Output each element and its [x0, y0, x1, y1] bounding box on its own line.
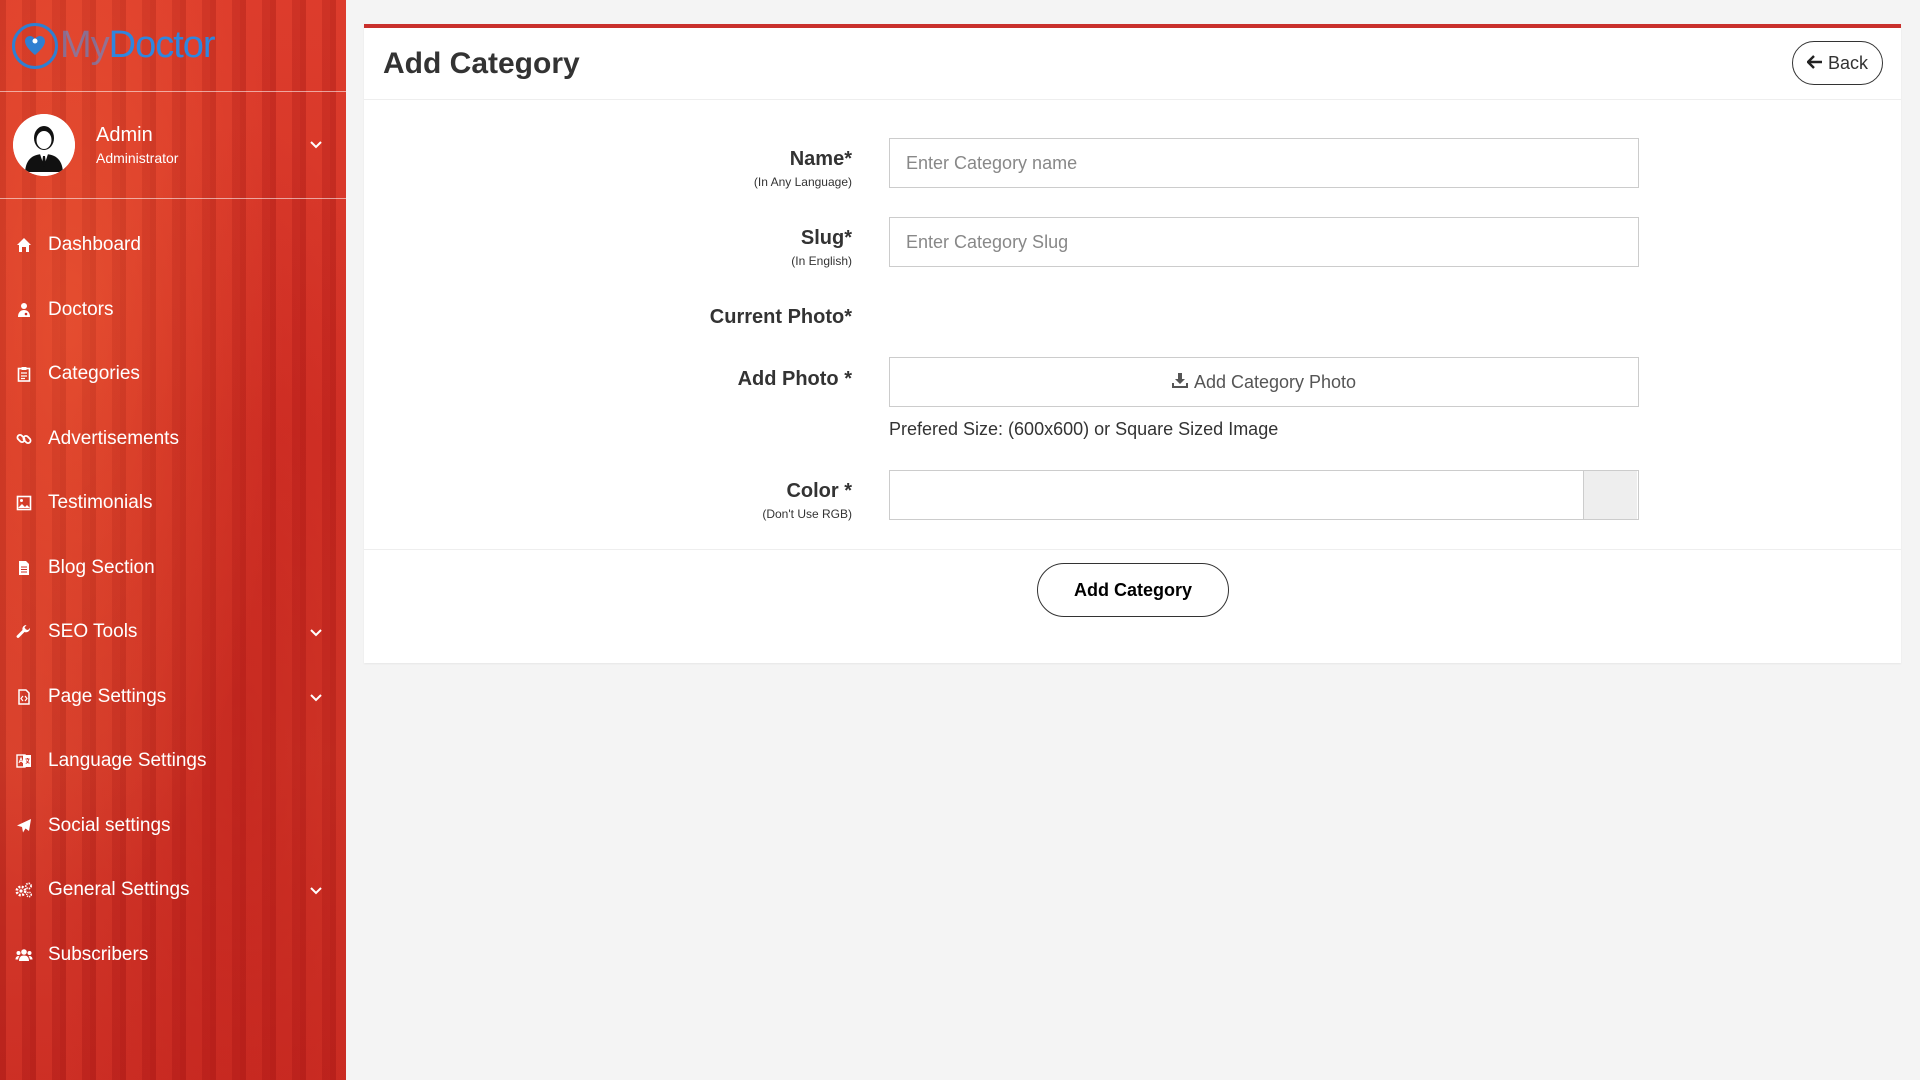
back-button[interactable]: Back: [1791, 41, 1883, 85]
add-photo-upload-button[interactable]: Add Category Photo: [889, 357, 1639, 407]
add-photo-label: Add Photo *: [737, 368, 852, 390]
sidebar-item-advertisements[interactable]: Advertisements: [0, 407, 346, 472]
sidebar-item-label: SEO Tools: [48, 621, 138, 643]
category-slug-input[interactable]: [889, 217, 1639, 267]
back-label: Back: [1827, 52, 1868, 73]
slug-sublabel: (In English): [791, 254, 852, 268]
name-label-group: Name* (In Any Language): [754, 148, 852, 189]
color-label: Color *: [786, 480, 852, 502]
home-icon: [14, 235, 34, 255]
sidebar-item-label: Social settings: [48, 814, 171, 836]
user-md-icon: [14, 300, 34, 320]
sidebar-item-label: Subscribers: [48, 943, 149, 965]
sidebar-item-subscribers[interactable]: Subscribers: [0, 923, 346, 988]
sidebar-item-doctors[interactable]: Doctors: [0, 278, 346, 343]
slug-label-group: Slug* (In English): [791, 227, 852, 268]
sidebar-item-testimonials[interactable]: Testimonials: [0, 471, 346, 536]
chevron-down-icon: [310, 621, 322, 643]
sidebar-item-label: Dashboard: [48, 234, 141, 256]
brand-name: MyDoctor: [60, 24, 216, 66]
language-icon: [14, 751, 34, 771]
sidebar-item-label: General Settings: [48, 879, 190, 901]
users-icon: [14, 945, 34, 965]
upload-label: Add Category Photo: [1193, 371, 1357, 392]
user-role: Administrator: [96, 150, 179, 166]
user-name: Admin: [96, 124, 153, 146]
sidebar: MyDoctor Admin Administrator Dashboard D…: [0, 0, 346, 1080]
color-label-group: Color * (Don't Use RGB): [762, 480, 852, 521]
file-code-icon: [14, 687, 34, 707]
sidebar-item-general-settings[interactable]: General Settings: [0, 858, 346, 923]
sidebar-item-label: Doctors: [48, 298, 114, 320]
sidebar-item-label: Testimonials: [48, 492, 153, 514]
sidebar-menu: Dashboard Doctors Categories Advertiseme…: [0, 199, 346, 987]
paper-plane-icon: [14, 816, 34, 836]
clipboard-icon: [14, 364, 34, 384]
file-icon: [14, 558, 34, 578]
user-profile[interactable]: Admin Administrator: [0, 92, 346, 199]
name-sublabel: (In Any Language): [753, 175, 852, 189]
chevron-down-icon[interactable]: [310, 136, 322, 154]
photo-size-help: Prefered Size: (600x600) or Square Sized…: [889, 419, 1279, 439]
color-input[interactable]: [889, 470, 1639, 520]
brand-logo[interactable]: MyDoctor: [0, 0, 346, 92]
sidebar-item-categories[interactable]: Categories: [0, 342, 346, 407]
card-header: Add Category Back: [364, 28, 1901, 100]
sidebar-item-dashboard[interactable]: Dashboard: [0, 213, 346, 278]
color-picker-swatch[interactable]: [1583, 471, 1637, 519]
arrow-left-icon: [1806, 53, 1823, 74]
image-icon: [14, 493, 34, 513]
wrench-icon: [14, 622, 34, 642]
add-photo-label-group: Add Photo *: [738, 368, 852, 391]
sidebar-item-page-settings[interactable]: Page Settings: [0, 665, 346, 730]
sidebar-item-seo-tools[interactable]: SEO Tools: [0, 600, 346, 665]
current-photo-label-group: Current Photo*: [710, 306, 852, 329]
logo-icon: [12, 22, 58, 69]
sidebar-item-label: Page Settings: [48, 685, 167, 707]
chevron-down-icon: [310, 879, 322, 901]
download-icon: [1171, 372, 1188, 393]
cogs-icon: [14, 880, 34, 900]
add-category-submit-button[interactable]: Add Category: [1037, 563, 1229, 617]
color-sublabel: (Don't Use RGB): [762, 507, 852, 521]
sidebar-item-label: Language Settings: [48, 750, 207, 772]
avatar: [13, 114, 75, 176]
sidebar-item-social-settings[interactable]: Social settings: [0, 794, 346, 859]
sidebar-item-label: Blog Section: [48, 556, 155, 578]
sidebar-item-language-settings[interactable]: Language Settings: [0, 729, 346, 794]
name-label: Name*: [789, 148, 852, 170]
current-photo-label: Current Photo*: [709, 306, 852, 328]
sidebar-item-label: Advertisements: [48, 427, 179, 449]
link-icon: [14, 429, 34, 449]
chevron-down-icon: [310, 686, 322, 708]
page-title: Add Category: [383, 46, 580, 80]
divider: [364, 549, 1901, 550]
slug-label: Slug*: [800, 227, 852, 249]
add-category-card: Add Category Back Name* (In Any Language…: [364, 24, 1901, 663]
category-name-input[interactable]: [889, 138, 1639, 188]
sidebar-item-label: Categories: [48, 363, 140, 385]
sidebar-item-blog-section[interactable]: Blog Section: [0, 536, 346, 601]
